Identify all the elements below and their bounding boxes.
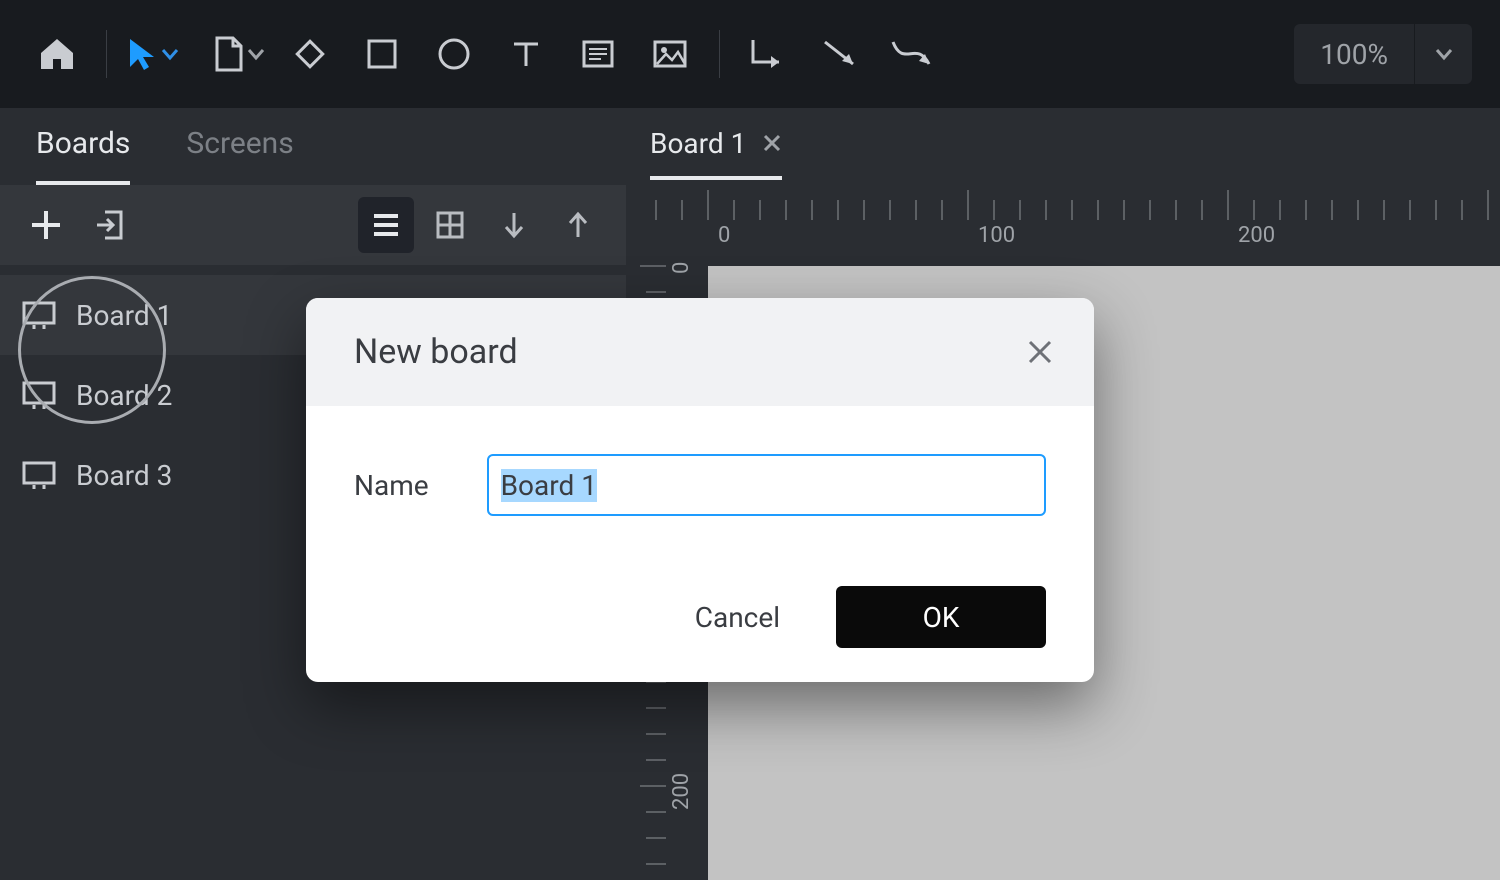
name-label: Name [354, 469, 429, 502]
modal-close-button[interactable] [1020, 332, 1060, 372]
modal-footer: Cancel OK [306, 586, 1094, 648]
cancel-button[interactable]: Cancel [683, 591, 792, 644]
modal-title: New board [354, 332, 518, 372]
name-input[interactable] [487, 454, 1046, 516]
close-icon [1027, 339, 1053, 365]
modal-body: Name [306, 406, 1094, 516]
new-board-modal: New board Name Cancel OK [306, 298, 1094, 682]
ok-button[interactable]: OK [836, 586, 1046, 648]
modal-header: New board [306, 298, 1094, 406]
modal-overlay: New board Name Cancel OK [0, 0, 1500, 880]
